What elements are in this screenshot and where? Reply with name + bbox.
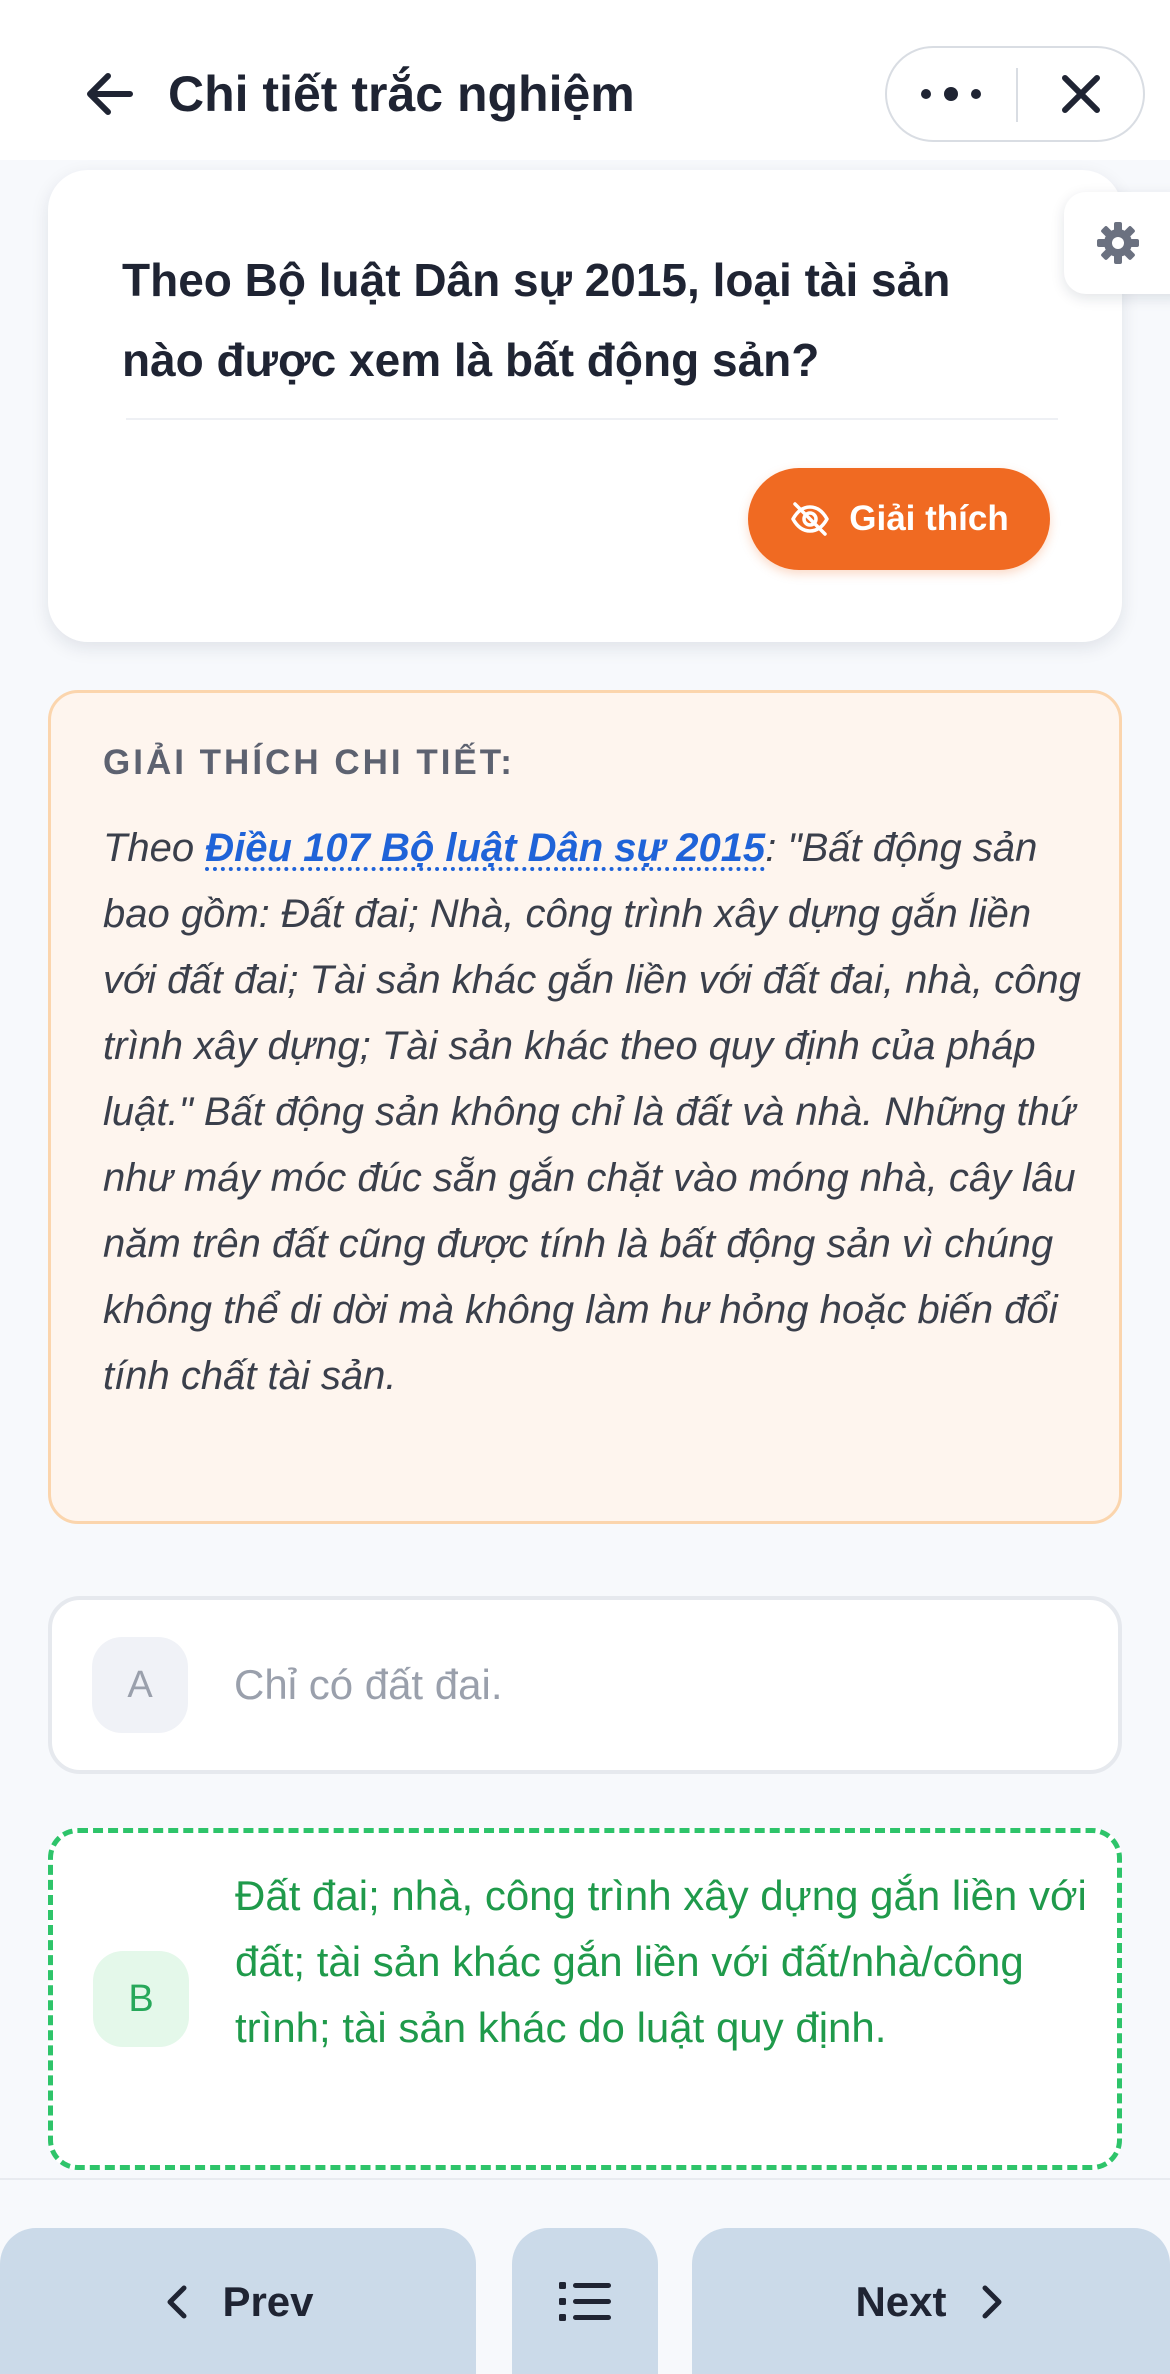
app-header: Chi tiết trắc nghiệm	[0, 0, 1170, 160]
question-card: Theo Bộ luật Dân sự 2015, loại tài sản n…	[48, 170, 1122, 642]
prev-button[interactable]: Prev	[0, 2228, 476, 2374]
prev-label: Prev	[222, 2278, 314, 2325]
back-button[interactable]	[74, 58, 146, 130]
chevron-right-icon	[982, 2285, 1002, 2319]
explanation-panel: GIẢI THÍCH CHI TIẾT: Theo Điều 107 Bộ lu…	[48, 690, 1122, 1524]
close-icon	[1062, 75, 1100, 113]
answer-option-a[interactable]: A Chỉ có đất đai.	[48, 1596, 1122, 1774]
close-button[interactable]	[1019, 48, 1143, 140]
option-text: Đất đai; nhà, công trình xây dựng gắn li…	[235, 1872, 1087, 2051]
list-icon	[559, 2282, 611, 2321]
chevron-left-icon	[167, 2285, 187, 2319]
explanation-body: : "Bất động sản bao gồm: Đất đai; Nhà, c…	[103, 826, 1081, 1398]
question-list-button[interactable]	[512, 2228, 658, 2374]
arrow-left-icon	[87, 73, 133, 115]
law-article-link[interactable]: Điều 107 Bộ luật Dân sự 2015	[205, 826, 765, 870]
option-letter-badge: B	[93, 1951, 189, 2047]
settings-button[interactable]	[1064, 192, 1170, 294]
more-dots-icon	[921, 87, 981, 101]
explanation-text: Theo Điều 107 Bộ luật Dân sự 2015: "Bất …	[103, 815, 1093, 1409]
capsule-divider	[1016, 68, 1018, 122]
question-divider	[126, 418, 1058, 420]
next-label: Next	[855, 2278, 947, 2325]
more-button[interactable]	[887, 48, 1015, 140]
bottom-navigation: Prev Next	[0, 2178, 1170, 2374]
explanation-prefix: Theo	[103, 826, 206, 870]
explain-button-label: Giải thích	[849, 499, 1009, 538]
window-controls	[885, 46, 1145, 142]
next-button[interactable]: Next	[692, 2228, 1170, 2374]
eye-off-icon	[791, 502, 830, 536]
option-text: Chỉ có đất đai.	[234, 1661, 503, 1708]
gear-icon	[1097, 222, 1139, 264]
answer-option-b[interactable]: B Đất đai; nhà, công trình xây dựng gắn …	[48, 1828, 1122, 2170]
question-text: Theo Bộ luật Dân sự 2015, loại tài sản n…	[122, 254, 951, 386]
explanation-heading: GIẢI THÍCH CHI TIẾT:	[103, 743, 515, 782]
page-title: Chi tiết trắc nghiệm	[168, 66, 635, 122]
option-letter-badge: A	[92, 1637, 188, 1733]
explain-button[interactable]: Giải thích	[748, 468, 1050, 570]
